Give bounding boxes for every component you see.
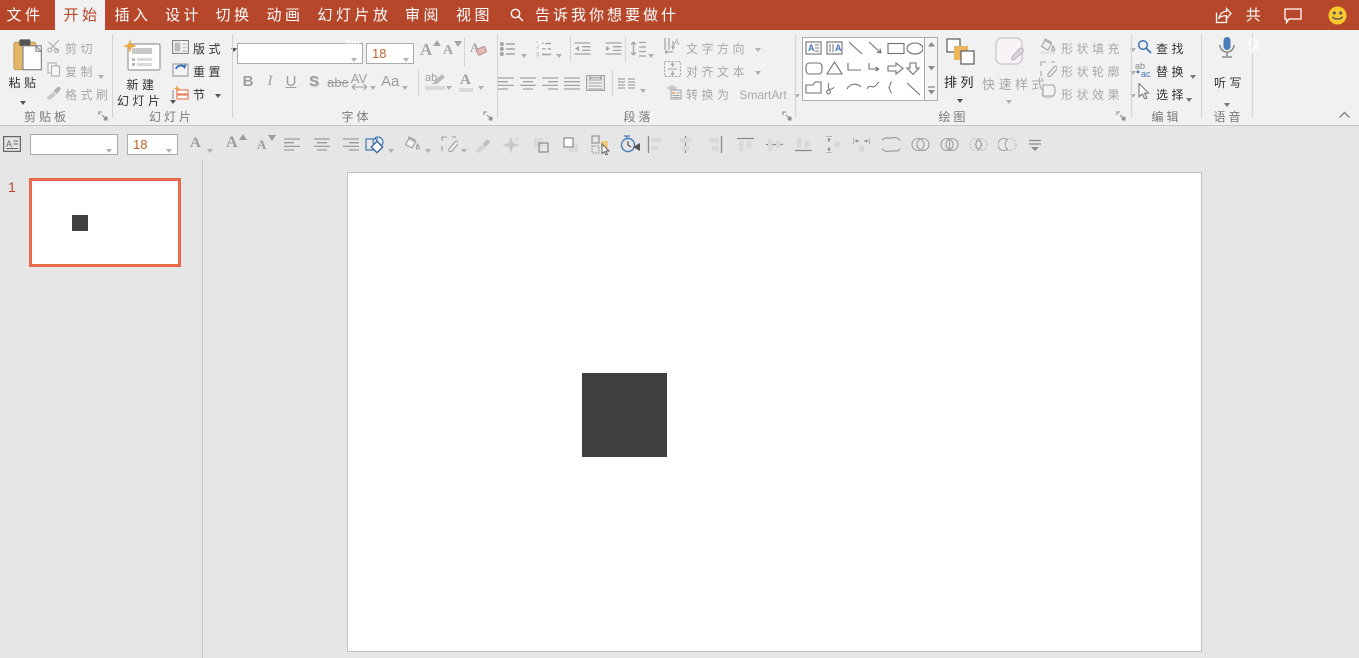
svg-text:A: A	[6, 139, 12, 149]
svg-text:A: A	[835, 43, 842, 53]
svg-text:A: A	[674, 38, 680, 47]
svg-text:ac: ac	[1141, 69, 1151, 78]
svg-text:A: A	[808, 43, 815, 53]
